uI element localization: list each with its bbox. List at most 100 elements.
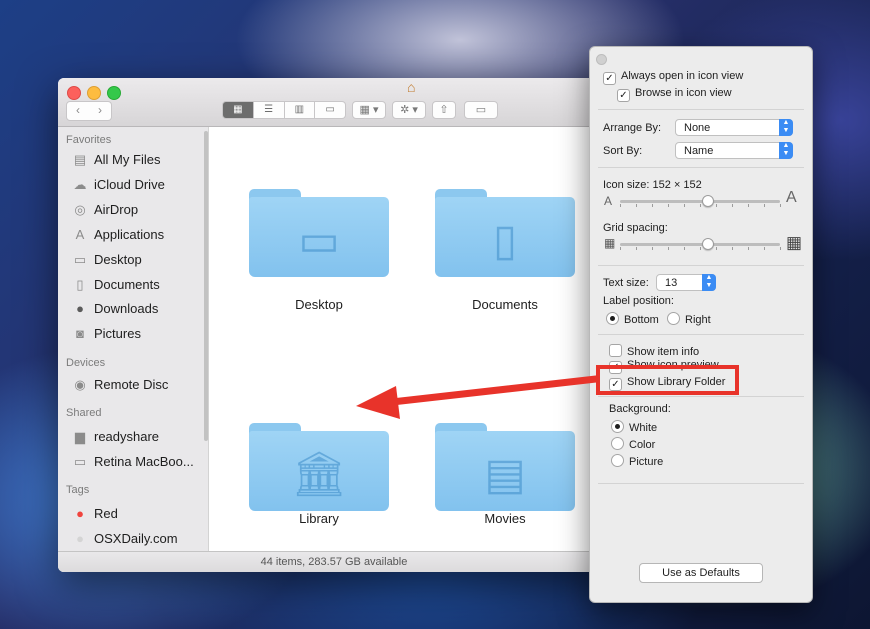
sidebar-scrollbar[interactable] <box>204 131 208 441</box>
sidebar-item-icloud-drive[interactable]: ☁ iCloud Drive <box>72 177 165 193</box>
list-view-button[interactable]: ☰ <box>253 101 285 119</box>
folder-label-documents: Documents <box>472 297 538 312</box>
text-size-select[interactable]: 13 ▲ ▼ <box>656 274 716 291</box>
arrange-by-select[interactable]: None ▲ ▼ <box>675 119 793 136</box>
sidebar-item-pictures[interactable]: ◙ Pictures <box>72 326 141 341</box>
folder-desktop[interactable]: ▭ <box>249 189 389 277</box>
sidebar-item-readyshare[interactable]: ▆ readyshare <box>72 429 159 445</box>
show-item-info-checkbox[interactable]: Show item info <box>609 344 699 358</box>
slider-tick-mark <box>732 204 733 207</box>
laptop-icon: ▭ <box>73 454 87 469</box>
desktop-icon: ▭ <box>73 252 87 267</box>
slider-tick-mark <box>700 247 701 250</box>
slider-tick-mark <box>764 247 765 250</box>
divider <box>598 109 804 110</box>
sort-by-label: Sort By: <box>603 145 643 157</box>
sidebar-tag-osxdaily[interactable]: ● OSXDaily.com <box>72 531 178 546</box>
grid-spacing-slider-knob[interactable] <box>702 238 714 250</box>
label-position-right-radio[interactable]: Right <box>667 312 711 326</box>
radio-unselected-icon <box>611 454 624 467</box>
slider-tick-mark <box>668 247 669 250</box>
view-mode-selector: ▦ ☰ ▥ ▭ <box>222 101 346 119</box>
chevron-updown-icon: ▲ ▼ <box>702 274 716 291</box>
divider <box>598 334 804 335</box>
sidebar-header-shared: Shared <box>66 407 102 419</box>
icon-size-slider-knob[interactable] <box>702 195 714 207</box>
column-view-button[interactable]: ▥ <box>284 101 316 119</box>
background-white-radio[interactable]: White <box>611 420 657 434</box>
action-gear-icon[interactable]: ✲ ▾ <box>392 101 426 119</box>
grid-spacing-slider-track[interactable] <box>620 243 780 246</box>
checkbox-unchecked-icon <box>609 344 622 357</box>
browse-icon-view-checkbox[interactable]: ✓ Browse in icon view <box>617 87 732 102</box>
background-label: Background: <box>609 403 671 415</box>
pictures-icon: ◙ <box>76 326 84 341</box>
red-tag-dot-icon: ● <box>76 506 84 521</box>
sidebar-item-remote-disc[interactable]: ◉ Remote Disc <box>72 377 168 393</box>
label-position-bottom-radio[interactable]: Bottom <box>606 312 659 326</box>
folder-documents[interactable]: ▯ <box>435 189 575 277</box>
forward-button[interactable]: › <box>89 101 112 121</box>
applications-icon: A <box>75 227 85 242</box>
sidebar: Favorites ▤ All My Files ☁ iCloud Drive ◎ A… <box>58 127 209 572</box>
tag-icon[interactable]: ▭ <box>464 101 498 119</box>
label-position-label: Label position: <box>603 295 674 307</box>
all-files-icon: ▤ <box>73 152 87 167</box>
cover-flow-button[interactable]: ▭ <box>315 101 346 119</box>
documents-folder-icon: ▯ <box>492 216 518 265</box>
disc-icon: ◉ <box>74 377 86 392</box>
toolbar: ⌂ ‹ › ▦ ☰ ▥ ▭ ▦ ▾ ✲ ▾ ⇧ ▭ <box>58 78 610 127</box>
small-icon-size-icon: A <box>604 194 613 208</box>
sort-by-select[interactable]: Name ▲ ▼ <box>675 142 793 159</box>
chevron-updown-icon: ▲ ▼ <box>779 142 793 159</box>
status-bar: 44 items, 283.57 GB available <box>58 551 610 572</box>
sidebar-item-retina-macbook[interactable]: ▭ Retina MacBoo... <box>72 454 194 470</box>
sidebar-item-airdrop[interactable]: ◎ AirDrop <box>72 202 138 218</box>
radio-selected-icon <box>606 312 619 325</box>
documents-icon: ▯ <box>76 277 84 292</box>
background-color-radio[interactable]: Color <box>611 437 655 451</box>
sidebar-item-applications[interactable]: A Applications <box>72 227 164 242</box>
slider-tick-mark <box>652 204 653 207</box>
library-folder-icon: 🏛 <box>291 450 347 499</box>
wide-grid-icon: ▦ <box>786 233 803 252</box>
sidebar-tag-red[interactable]: ● Red <box>72 506 118 521</box>
airdrop-icon: ◎ <box>74 202 86 217</box>
checkmark-icon: ✓ <box>603 72 616 85</box>
slider-tick-mark <box>732 247 733 250</box>
sidebar-item-documents[interactable]: ▯ Documents <box>72 277 159 293</box>
text-size-label: Text size: <box>603 277 649 289</box>
zoom-window-button[interactable] <box>107 86 121 100</box>
sidebar-item-downloads[interactable]: ● Downloads <box>72 301 158 316</box>
minimize-window-button[interactable] <box>87 86 101 100</box>
slider-tick-mark <box>668 204 669 207</box>
finder-window: ⌂ ‹ › ▦ ☰ ▥ ▭ ▦ ▾ ✲ ▾ ⇧ ▭ Favorites ▤ All… <box>58 78 610 572</box>
always-open-icon-view-checkbox[interactable]: ✓ Always open in icon view <box>603 70 743 85</box>
close-window-button[interactable] <box>67 86 81 100</box>
view-options-panel: ✓ Always open in icon view ✓ Browse in ico… <box>589 46 813 603</box>
icon-size-slider-track[interactable] <box>620 200 780 203</box>
back-button[interactable]: ‹ <box>66 101 90 121</box>
folder-movies[interactable]: ▤ <box>435 423 575 511</box>
movies-folder-icon: ▤ <box>484 450 526 499</box>
annotation-highlight-box <box>596 365 739 395</box>
sidebar-item-desktop[interactable]: ▭ Desktop <box>72 252 142 268</box>
share-icon[interactable]: ⇧ <box>432 101 456 119</box>
use-as-defaults-button[interactable]: Use as Defaults <box>639 563 763 583</box>
chevron-updown-icon: ▲ ▼ <box>779 119 793 136</box>
file-browser-area: ▭ Desktop ▯ Documents 🏛 Library ▤ Movies <box>209 127 610 552</box>
arrange-menu-button[interactable]: ▦ ▾ <box>352 101 386 119</box>
panel-close-button[interactable] <box>596 54 607 65</box>
sidebar-item-all-my-files[interactable]: ▤ All My Files <box>72 152 161 168</box>
folder-library[interactable]: 🏛 <box>249 423 389 511</box>
slider-tick-mark <box>620 247 621 250</box>
background-picture-radio[interactable]: Picture <box>611 454 663 468</box>
slider-tick-mark <box>748 204 749 207</box>
slider-tick-mark <box>684 247 685 250</box>
tight-grid-icon: ▦ <box>604 236 616 250</box>
folder-label-desktop: Desktop <box>295 297 343 312</box>
slider-tick-mark <box>700 204 701 207</box>
slider-tick-mark <box>748 247 749 250</box>
folder-label-movies: Movies <box>484 511 526 526</box>
icon-view-button[interactable]: ▦ <box>222 101 254 119</box>
